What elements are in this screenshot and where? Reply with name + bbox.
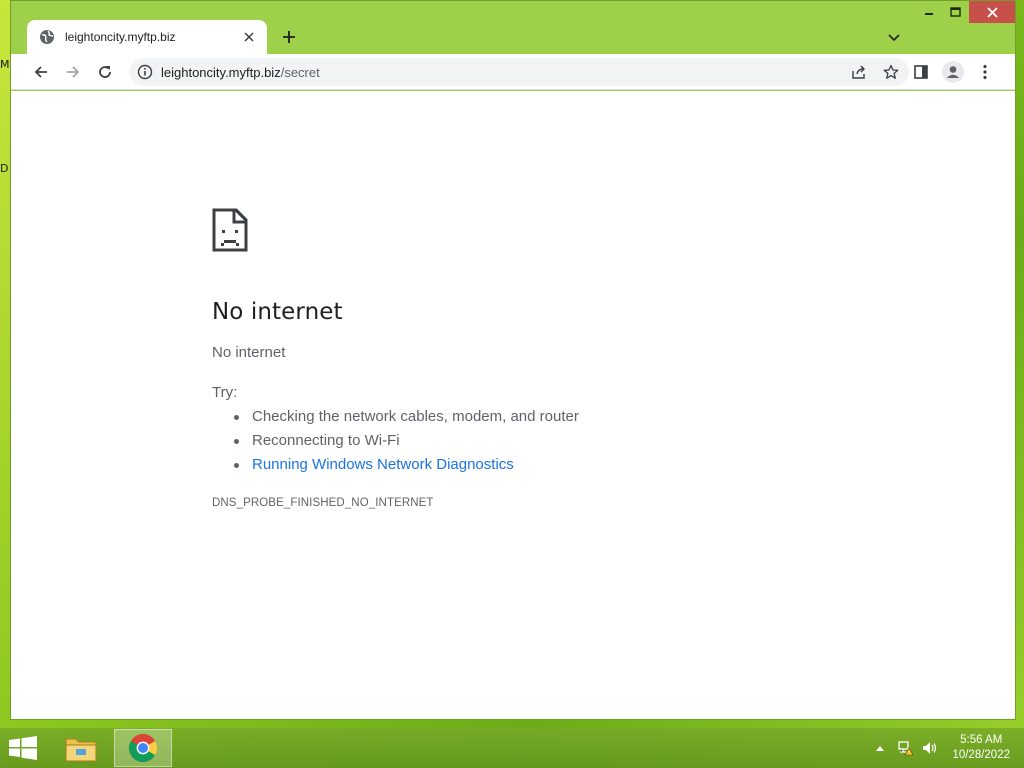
minimize-button[interactable] [915,1,942,23]
reload-button[interactable] [93,60,117,84]
tab-strip: leightoncity.myftp.biz [11,1,1015,54]
suggestion-item: Reconnecting to Wi-Fi [212,431,579,455]
error-subtitle: No internet [212,344,286,361]
try-label: Try: [212,384,238,401]
network-diagnostics-link[interactable]: Running Windows Network Diagnostics [212,455,579,479]
url-host: leightoncity.myftp.biz [161,64,281,80]
taskbar-clock[interactable]: 5:56 AM 10/28/2022 [952,733,1010,763]
tab-search-icon[interactable] [885,29,903,47]
browser-window: leightoncity.myftp.biz leightoncity.myft… [10,0,1016,720]
volume-icon[interactable] [922,740,938,756]
chrome-icon [129,734,157,762]
browser-tab[interactable]: leightoncity.myftp.biz [27,20,267,54]
file-explorer-button[interactable] [52,729,110,767]
taskbar: 5:56 AM 10/28/2022 [0,728,1024,768]
url-text: leightoncity.myftp.biz/secret [161,65,320,80]
globe-icon [39,29,55,45]
folder-icon [65,738,97,762]
more-menu-icon[interactable] [973,60,997,84]
new-tab-button[interactable] [279,27,299,47]
start-button[interactable] [8,736,38,760]
network-warning-icon[interactable] [898,740,914,756]
suggestion-item: Checking the network cables, modem, and … [212,407,579,431]
share-icon[interactable] [849,62,869,82]
close-window-button[interactable] [969,1,1015,23]
site-info-icon[interactable] [137,64,153,80]
side-panel-icon[interactable] [909,60,933,84]
profile-avatar-icon[interactable] [941,60,965,84]
forward-button[interactable] [61,60,85,84]
window-controls [915,1,1015,23]
show-hidden-icons-icon[interactable] [872,740,888,756]
close-tab-icon[interactable] [241,29,257,45]
page-content: No internet No internet Try: Checking th… [11,91,1015,719]
clock-date: 10/28/2022 [952,749,1010,761]
browser-toolbar: leightoncity.myftp.biz/secret [11,54,1015,90]
chrome-taskbar-button[interactable] [114,729,172,767]
suggestions-list: Checking the network cables, modem, and … [212,407,579,479]
tab-title: leightoncity.myftp.biz [65,30,176,44]
bookmark-star-icon[interactable] [881,62,901,82]
address-bar[interactable]: leightoncity.myftp.biz/secret [129,58,909,86]
sad-document-icon [212,208,248,252]
back-button[interactable] [29,60,53,84]
clock-time: 5:56 AM [960,734,1003,746]
maximize-button[interactable] [942,1,969,23]
error-title: No internet [212,299,343,325]
url-path: /secret [280,64,320,80]
error-code: DNS_PROBE_FINISHED_NO_INTERNET [212,497,434,509]
